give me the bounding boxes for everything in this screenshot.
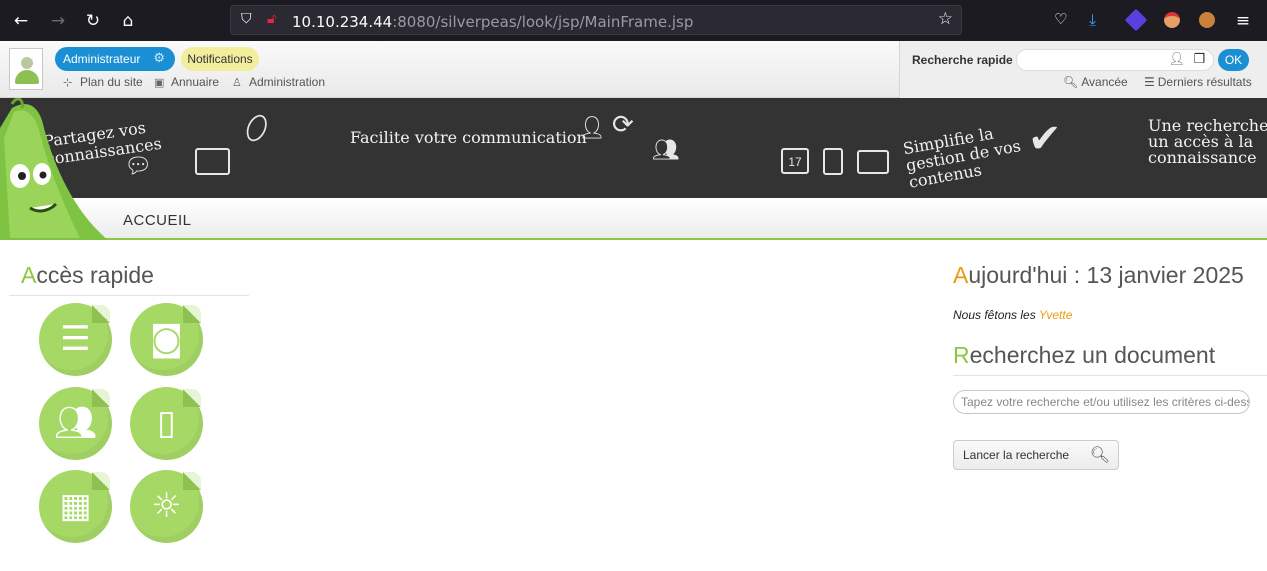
extension-avatar-icon[interactable] (1162, 10, 1182, 30)
url-bar[interactable]: ⛉ 🔓︎ 10.10.234.44:8080/silverpeas/look/j… (230, 5, 962, 35)
magnifier-plus-icon: 🔍︎ (1089, 445, 1110, 464)
people-exchange-icon: 👤︎ (578, 116, 606, 141)
administration-link[interactable]: ♙ Administration (232, 75, 325, 89)
shield-icon[interactable]: ⛉ (241, 11, 252, 27)
divider (953, 375, 1267, 376)
cookie-icon[interactable] (1197, 10, 1217, 30)
divider (9, 295, 249, 296)
menu-item-home[interactable]: ACCUEIL (123, 212, 192, 229)
document-icon (823, 148, 843, 175)
quick-access-community[interactable]: 👥︎ (39, 387, 112, 460)
quick-access-map[interactable]: ▦ (39, 470, 112, 543)
list-icon: ☰ (1144, 75, 1155, 89)
download-icon[interactable]: ⤓ (1089, 10, 1109, 30)
feast-name: Yvette (1038, 308, 1073, 322)
quick-search-ok-button[interactable]: OK (1218, 49, 1249, 71)
chat-bubble-icon: 💬︎ (124, 154, 152, 179)
pocket-icon[interactable]: ♡ (1054, 10, 1074, 30)
mascot-logo[interactable] (0, 98, 110, 240)
advanced-search-link[interactable]: 🔍︎ Avancée (1063, 75, 1128, 89)
group-icon: 👥︎ (53, 403, 98, 443)
books-icon: ☰ (60, 319, 91, 359)
main-menu: ACCUEIL (0, 198, 1267, 240)
quick-access-books[interactable]: ☰ (39, 303, 112, 376)
directory-icon: ▣ (154, 76, 165, 89)
sitemap-link[interactable]: ⊹ Plan du site (63, 75, 143, 89)
quick-search-input[interactable]: 👤︎ ❐ (1016, 49, 1214, 71)
directory-link[interactable]: ▣ Annuaire (154, 75, 219, 89)
reload-icon[interactable]: ↻ (80, 8, 106, 34)
extension-cube-icon[interactable] (1124, 8, 1148, 32)
banner-text-content: Simplifie la gestion de vos contenus (901, 123, 1023, 192)
whiteboard-icon (195, 148, 230, 175)
browser-toolbar: ← → ↻ ⌂ ⛉ 🔓︎ 10.10.234.44:8080/silverpea… (0, 0, 1267, 41)
quick-access-title: Accès rapide (21, 262, 154, 288)
quick-search-panel: Recherche rapide 👤︎ ❐ OK 🔍︎ Avancée ☰ Dern… (899, 41, 1267, 98)
image-icon (857, 150, 889, 174)
map-icon: ▦ (59, 486, 92, 526)
admin-person-icon: ♙ (232, 76, 242, 89)
feast-text: Nous fêtons les Yvette (953, 308, 1073, 322)
user-menu-button[interactable]: Administrateur ⚙ (55, 47, 175, 71)
person-filter-icon[interactable]: 👤︎ (1168, 52, 1185, 67)
camera-icon: ◙ (150, 319, 183, 359)
quick-access-gallery[interactable]: ◙ (130, 303, 203, 376)
url-text[interactable]: 10.10.234.44:8080/silverpeas/look/jsp/Ma… (292, 13, 693, 31)
last-results-link[interactable]: ☰ Derniers résultats (1144, 75, 1252, 89)
clipboard-icon: ▯ (157, 403, 176, 443)
notifications-button[interactable]: Notifications (181, 47, 259, 71)
home-icon[interactable]: ⌂ (115, 8, 141, 34)
checkmark-icon: ✔ (1028, 116, 1062, 162)
calendar-icon: 17 (781, 148, 809, 174)
banner-text-search: Une recherche et un accès à la connaissa… (1148, 116, 1267, 167)
banner-lightbulb-icon: ⬯ (238, 105, 275, 151)
quick-search-label: Recherche rapide (912, 53, 1013, 67)
banner-text-communication: Facilite votre communication (350, 128, 587, 147)
copy-icon[interactable]: ❐ (1193, 52, 1205, 67)
today-title: Aujourd'hui : 13 janvier 2025 (953, 262, 1244, 288)
banner: Partagez vos connaissances 💬︎ ⬯ Facilite… (0, 98, 1267, 198)
lightbulb-icon: ☼ (151, 486, 182, 526)
app-header: Administrateur ⚙ Notifications ⊹ Plan du … (0, 41, 1267, 98)
document-search-input[interactable]: Tapez votre recherche et/ou utilisez les… (953, 390, 1250, 414)
user-name-label: Administrateur (63, 52, 141, 66)
magnifier-plus-icon: 🔍︎ (1063, 75, 1079, 89)
launch-search-button[interactable]: Lancer la recherche 🔍︎ (953, 440, 1119, 470)
gear-icon[interactable]: ⚙ (153, 47, 165, 71)
quick-access-tasks[interactable]: ▯ (130, 387, 203, 460)
insecure-lock-icon[interactable]: 🔓︎ (267, 11, 276, 27)
avatar[interactable] (9, 48, 43, 90)
cycle-arrows-icon: ⟳ (612, 110, 634, 140)
bookmark-star-icon[interactable]: ☆ (938, 9, 953, 29)
back-arrow-icon[interactable]: ← (8, 8, 34, 34)
doc-search-title: Recherchez un document (953, 342, 1216, 368)
forward-arrow-icon[interactable]: → (45, 8, 71, 34)
quick-access-ideas[interactable]: ☼ (130, 470, 203, 543)
sitemap-icon: ⊹ (63, 76, 73, 89)
menu-hamburger-icon[interactable]: ≡ (1230, 8, 1256, 34)
people-pair-icon: 👥︎ (652, 138, 680, 163)
